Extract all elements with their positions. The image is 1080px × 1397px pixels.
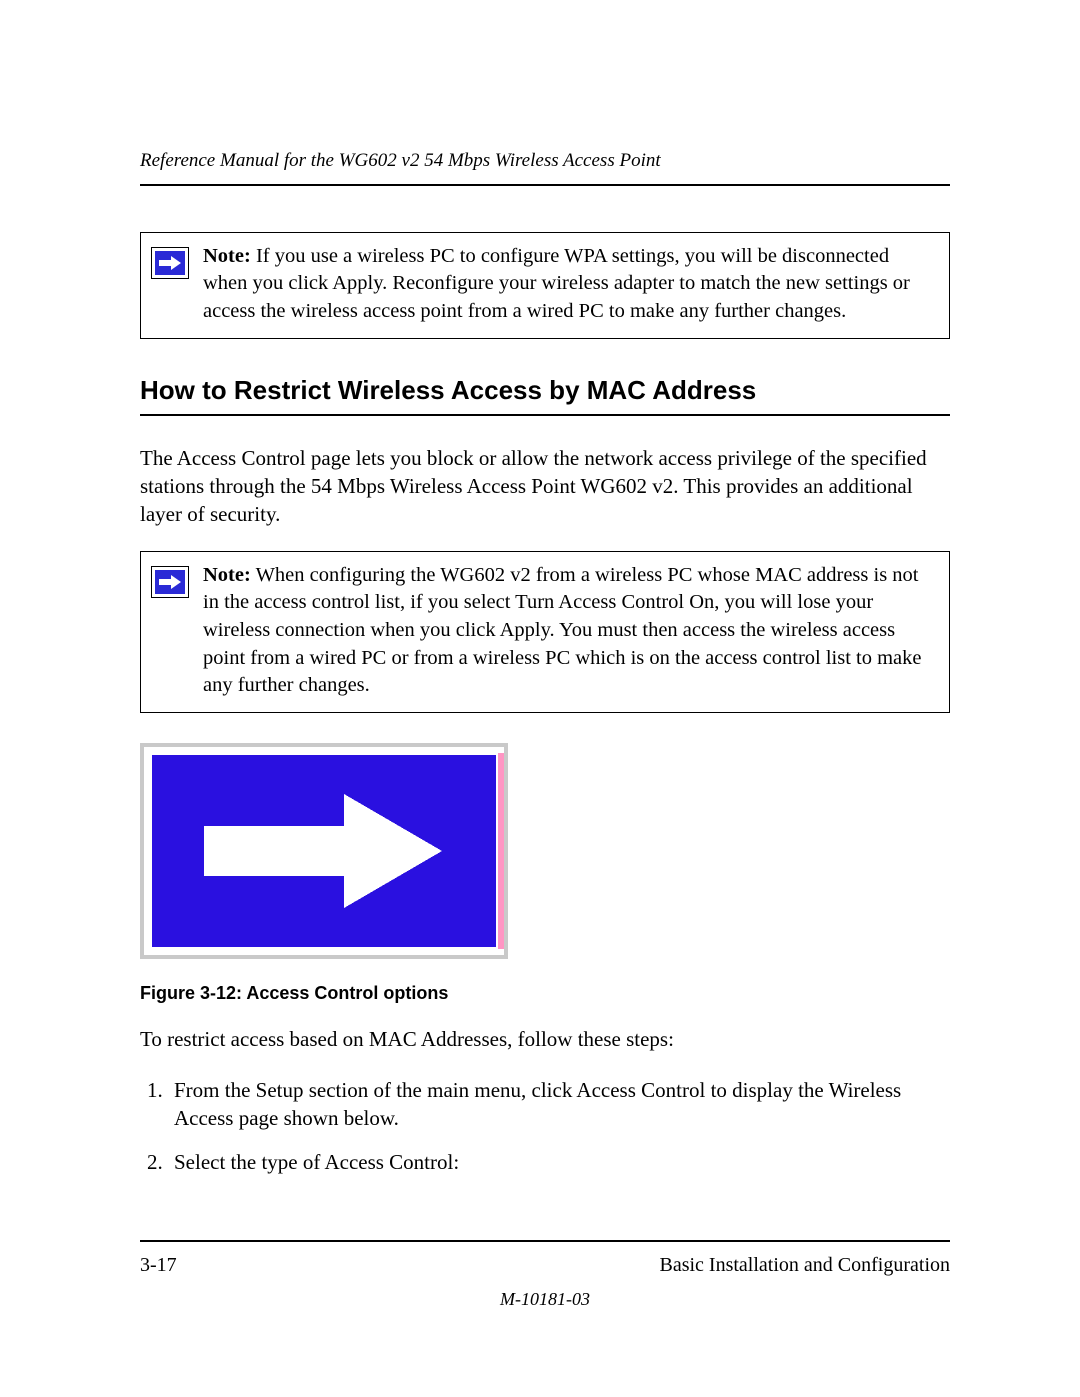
running-header: Reference Manual for the WG602 v2 54 Mbp… xyxy=(140,148,950,186)
note-box-wpa: Note: If you use a wireless PC to config… xyxy=(140,232,950,339)
list-item: Select the type of Access Control: xyxy=(168,1148,950,1176)
list-item: From the Setup section of the main menu,… xyxy=(168,1076,950,1133)
page-number: 3-17 xyxy=(140,1252,177,1279)
steps-list: From the Setup section of the main menu,… xyxy=(140,1076,950,1177)
steps-intro: To restrict access based on MAC Addresse… xyxy=(140,1025,950,1053)
arrow-right-icon xyxy=(155,570,185,594)
note-label: Note: xyxy=(203,245,251,267)
note-body: When configuring the WG602 v2 from a wir… xyxy=(203,564,922,697)
note-label: Note: xyxy=(203,564,251,586)
arrow-right-icon xyxy=(152,755,496,947)
note-icon-frame xyxy=(151,566,189,598)
footer-rule xyxy=(140,1240,950,1242)
note-text: Note: If you use a wireless PC to config… xyxy=(203,243,937,326)
note-body: If you use a wireless PC to configure WP… xyxy=(203,245,910,322)
figure-caption: Figure 3-12: Access Control options xyxy=(140,981,950,1005)
pixel-edge xyxy=(498,753,504,949)
document-id: M-10181-03 xyxy=(140,1287,950,1311)
page-footer: 3-17 Basic Installation and Configuratio… xyxy=(140,1240,950,1311)
heading-rule xyxy=(140,414,950,416)
figure: Figure 3-12: Access Control options xyxy=(140,743,950,1005)
section-intro: The Access Control page lets you block o… xyxy=(140,444,950,529)
chapter-title: Basic Installation and Configuration xyxy=(660,1252,951,1279)
note-icon-frame xyxy=(151,247,189,279)
section-heading: How to Restrict Wireless Access by MAC A… xyxy=(140,373,950,408)
figure-image xyxy=(140,743,508,959)
arrow-right-icon xyxy=(155,251,185,275)
note-text: Note: When configuring the WG602 v2 from… xyxy=(203,562,937,700)
note-box-access-control: Note: When configuring the WG602 v2 from… xyxy=(140,551,950,713)
